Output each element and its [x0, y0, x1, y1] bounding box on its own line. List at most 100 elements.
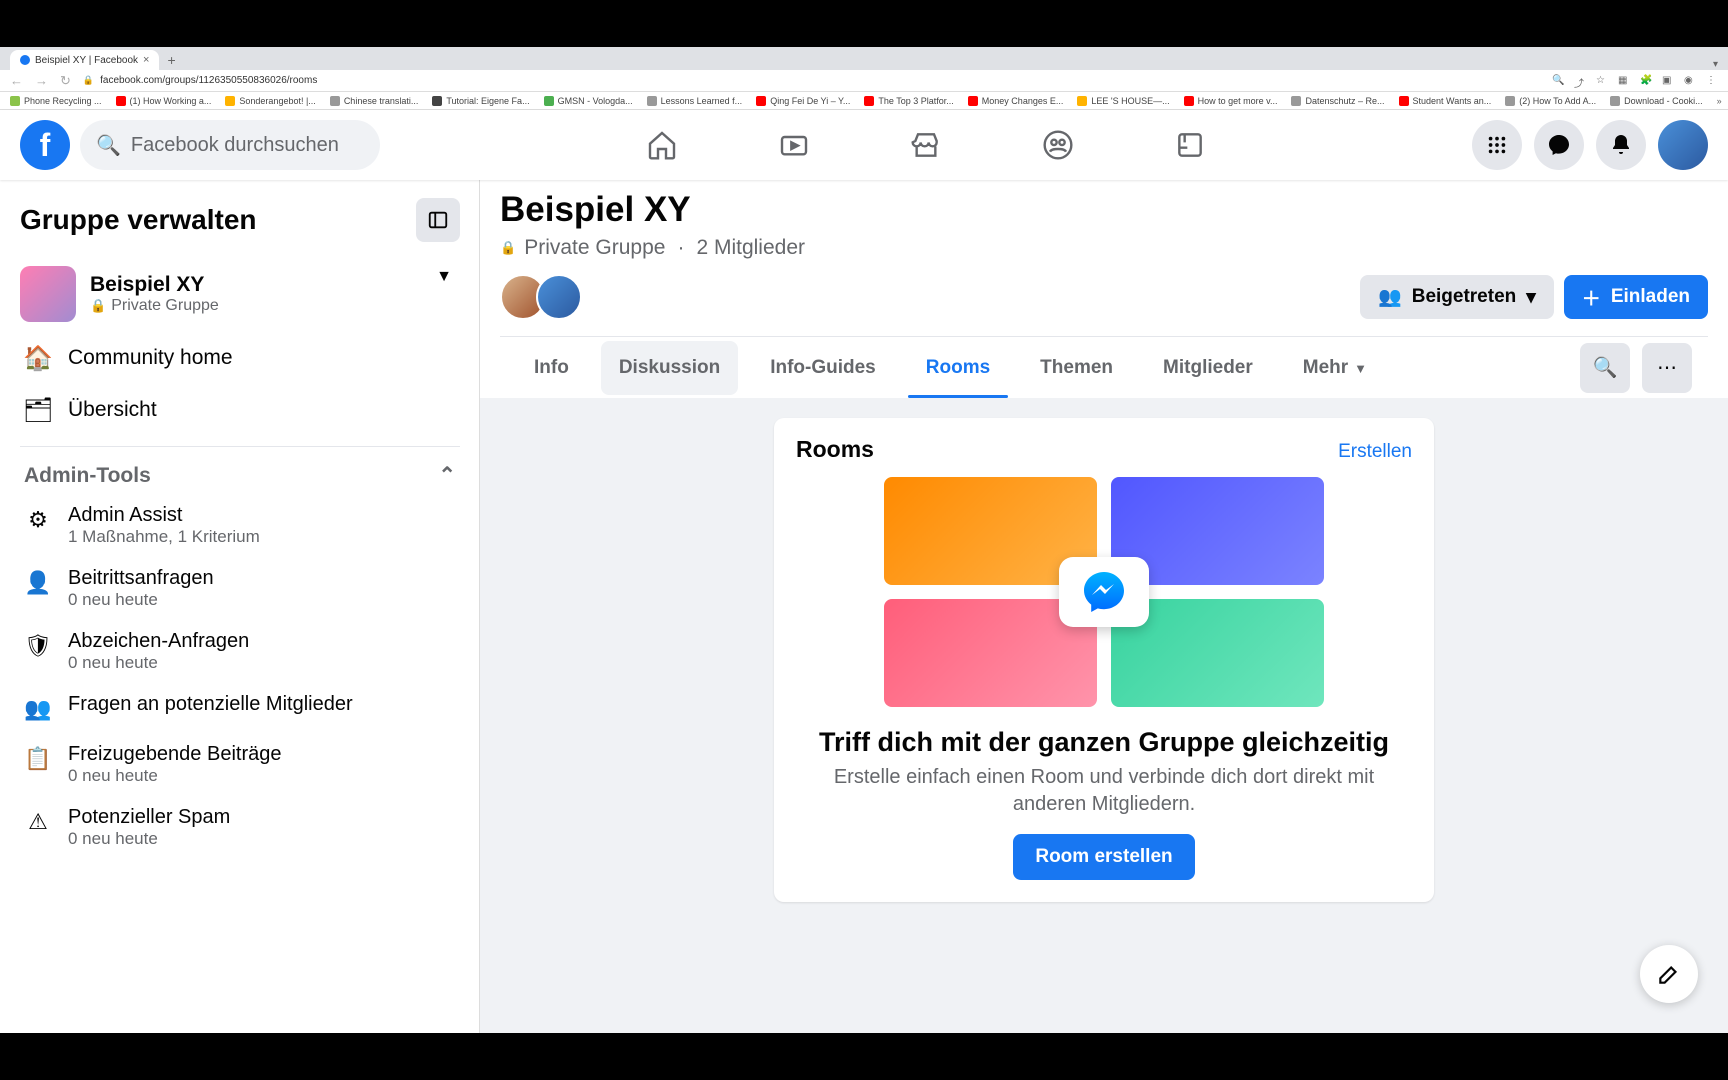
menu-grid-button[interactable] [1472, 120, 1522, 170]
menu-icon[interactable]: ⋮ [1706, 75, 1718, 87]
bookmark-item[interactable]: Phone Recycling ... [10, 96, 102, 106]
browser-tab-strip: Beispiel XY | Facebook × + ▾ [0, 47, 1728, 70]
nav-forward-icon[interactable]: → [35, 73, 48, 88]
bookmarks-bar: Phone Recycling ... (1) How Working a...… [0, 92, 1728, 110]
sidebar-item-admin-assist[interactable]: ⚙ Admin Assist1 Maßnahme, 1 Kriterium [20, 494, 460, 557]
bookmark-item[interactable]: The Top 3 Platfor... [864, 96, 953, 106]
star-icon[interactable]: ☆ [1596, 75, 1608, 87]
tab-members[interactable]: Mitglieder [1145, 341, 1271, 395]
chevron-up-icon: ⌃ [438, 463, 456, 488]
tab-more[interactable]: Mehr▼ [1285, 341, 1385, 395]
tab-info[interactable]: Info [516, 341, 587, 395]
nav-gaming-icon[interactable] [1174, 129, 1206, 161]
home-icon: 🏠 [24, 344, 52, 372]
rooms-card: Rooms Erstellen Triff dich mit der ganze… [774, 418, 1434, 902]
sidebar-item-member-requests[interactable]: 👤 Beitrittsanfragen0 neu heute [20, 557, 460, 620]
bookmark-item[interactable]: Tutorial: Eigene Fa... [432, 96, 529, 106]
group-privacy: Private Gruppe [111, 297, 219, 315]
facebook-logo[interactable]: f [20, 120, 70, 170]
bookmark-item[interactable]: LEE 'S HOUSE—... [1077, 96, 1169, 106]
address-bar[interactable]: 🔒 facebook.com/groups/1126350550836026/r… [83, 75, 1540, 86]
global-search[interactable]: 🔍 Facebook durchsuchen [80, 120, 380, 170]
profile-icon[interactable]: ◉ [1684, 75, 1696, 87]
bookmark-item[interactable]: Sonderangebot! |... [225, 96, 315, 106]
sidebar-item-badge-requests[interactable]: 🛡 Abzeichen-Anfragen0 neu heute [20, 620, 460, 683]
nav-back-icon[interactable]: ← [10, 73, 23, 88]
compose-fab[interactable] [1640, 945, 1698, 1003]
sidebar-item-member-questions[interactable]: 👥 Fragen an potenzielle Mitglieder [20, 683, 460, 733]
sidebar-item-community-home[interactable]: 🏠 Community home [20, 332, 460, 384]
sidebar-item-pending-posts[interactable]: 📋 Freizugebende Beiträge0 neu heute [20, 733, 460, 796]
bookmark-item[interactable]: Qing Fei De Yi – Y... [756, 96, 850, 106]
overview-icon: 🗂 [24, 396, 52, 424]
sidebar: Gruppe verwalten Beispiel XY 🔒Private Gr… [0, 180, 480, 1033]
sidebar-item-spam[interactable]: ⚠ Potenzieller Spam0 neu heute [20, 796, 460, 859]
tab-title: Beispiel XY | Facebook [35, 55, 138, 66]
nav-marketplace-icon[interactable] [910, 129, 942, 161]
chevron-down-icon: ▼ [1354, 361, 1367, 376]
bookmark-item[interactable]: Lessons Learned f... [647, 96, 743, 106]
tab-discussion[interactable]: Diskussion [601, 341, 738, 395]
people-icon: 👥 [1378, 285, 1402, 309]
search-icon: 🔍 [96, 133, 121, 158]
group-name: Beispiel XY [90, 273, 219, 297]
joined-button[interactable]: 👥 Beigetreten ▾ [1360, 275, 1554, 319]
create-room-link[interactable]: Erstellen [1338, 441, 1412, 463]
bookmark-item[interactable]: Chinese translati... [330, 96, 419, 106]
create-room-button[interactable]: Room erstellen [1013, 834, 1194, 880]
bookmark-item[interactable]: Datenschutz – Re... [1291, 96, 1384, 106]
lock-icon: 🔒 [500, 240, 516, 256]
rooms-illustration [884, 477, 1324, 707]
nav-home-icon[interactable] [646, 129, 678, 161]
collapse-sidebar-button[interactable] [416, 198, 460, 242]
tabs-dropdown-icon[interactable]: ▾ [1713, 59, 1718, 70]
bookmark-item[interactable]: GMSN - Vologda... [544, 96, 633, 106]
url-text: facebook.com/groups/1126350550836026/roo… [100, 75, 317, 86]
group-tabs: Info Diskussion Info-Guides Rooms Themen… [500, 336, 1708, 398]
bookmark-item[interactable]: (1) How Working a... [116, 96, 212, 106]
zoom-icon[interactable]: 🔍 [1552, 75, 1564, 87]
privacy-label: Private Gruppe [524, 236, 665, 260]
new-tab-button[interactable]: + [159, 50, 183, 70]
invite-button[interactable]: ＋ Einladen [1564, 275, 1708, 319]
section-label: Admin-Tools [24, 464, 151, 488]
tab-info-guides[interactable]: Info-Guides [752, 341, 894, 395]
notifications-button[interactable] [1596, 120, 1646, 170]
browser-tab[interactable]: Beispiel XY | Facebook × [10, 50, 159, 70]
warning-icon: ⚠ [24, 808, 52, 836]
tab-rooms[interactable]: Rooms [908, 341, 1008, 395]
tab-topics[interactable]: Themen [1022, 341, 1131, 395]
bookmark-item[interactable]: Money Changes E... [968, 96, 1064, 106]
nav-reload-icon[interactable]: ↻ [60, 73, 71, 89]
person-plus-icon: 👤 [24, 569, 52, 597]
bookmark-item[interactable]: Student Wants an... [1399, 96, 1492, 106]
bookmarks-overflow-icon[interactable]: » [1717, 96, 1722, 106]
search-in-group-button[interactable]: 🔍 [1580, 343, 1630, 393]
admin-tools-header[interactable]: Admin-Tools ⌃ [20, 457, 460, 494]
share-icon[interactable]: ⤴ [1574, 75, 1586, 87]
nav-groups-icon[interactable] [1042, 129, 1074, 161]
sidebar-item-overview[interactable]: 🗂 Übersicht [20, 384, 460, 436]
lock-icon: 🔒 [83, 75, 94, 86]
members-count[interactable]: 2 Mitglieder [696, 236, 805, 260]
extensions-icon[interactable]: 🧩 [1640, 75, 1652, 87]
bookmark-item[interactable]: (2) How To Add A... [1505, 96, 1596, 106]
bookmark-item[interactable]: Download - Cooki... [1610, 96, 1703, 106]
bookmark-item[interactable]: How to get more v... [1184, 96, 1278, 106]
panel-icon[interactable]: ▣ [1662, 75, 1674, 87]
profile-avatar[interactable] [1658, 120, 1708, 170]
group-selector[interactable]: Beispiel XY 🔒Private Gruppe ▼ [20, 256, 460, 332]
nav-video-icon[interactable] [778, 129, 810, 161]
more-options-button[interactable]: ⋯ [1642, 343, 1692, 393]
fb-ext-icon[interactable]: ▦ [1618, 75, 1630, 87]
fb-header: f 🔍 Facebook durchsuchen [0, 110, 1728, 180]
member-avatars[interactable] [500, 274, 582, 320]
rooms-body-text: Erstelle einfach einen Room und verbinde… [796, 764, 1412, 818]
shield-icon: 🛡 [24, 632, 52, 660]
member-avatar[interactable] [536, 274, 582, 320]
clipboard-icon: 📋 [24, 745, 52, 773]
messenger-button[interactable] [1534, 120, 1584, 170]
sidebar-item-label: Übersicht [68, 398, 157, 422]
close-tab-icon[interactable]: × [143, 54, 149, 66]
chevron-down-icon: ▼ [436, 268, 452, 286]
